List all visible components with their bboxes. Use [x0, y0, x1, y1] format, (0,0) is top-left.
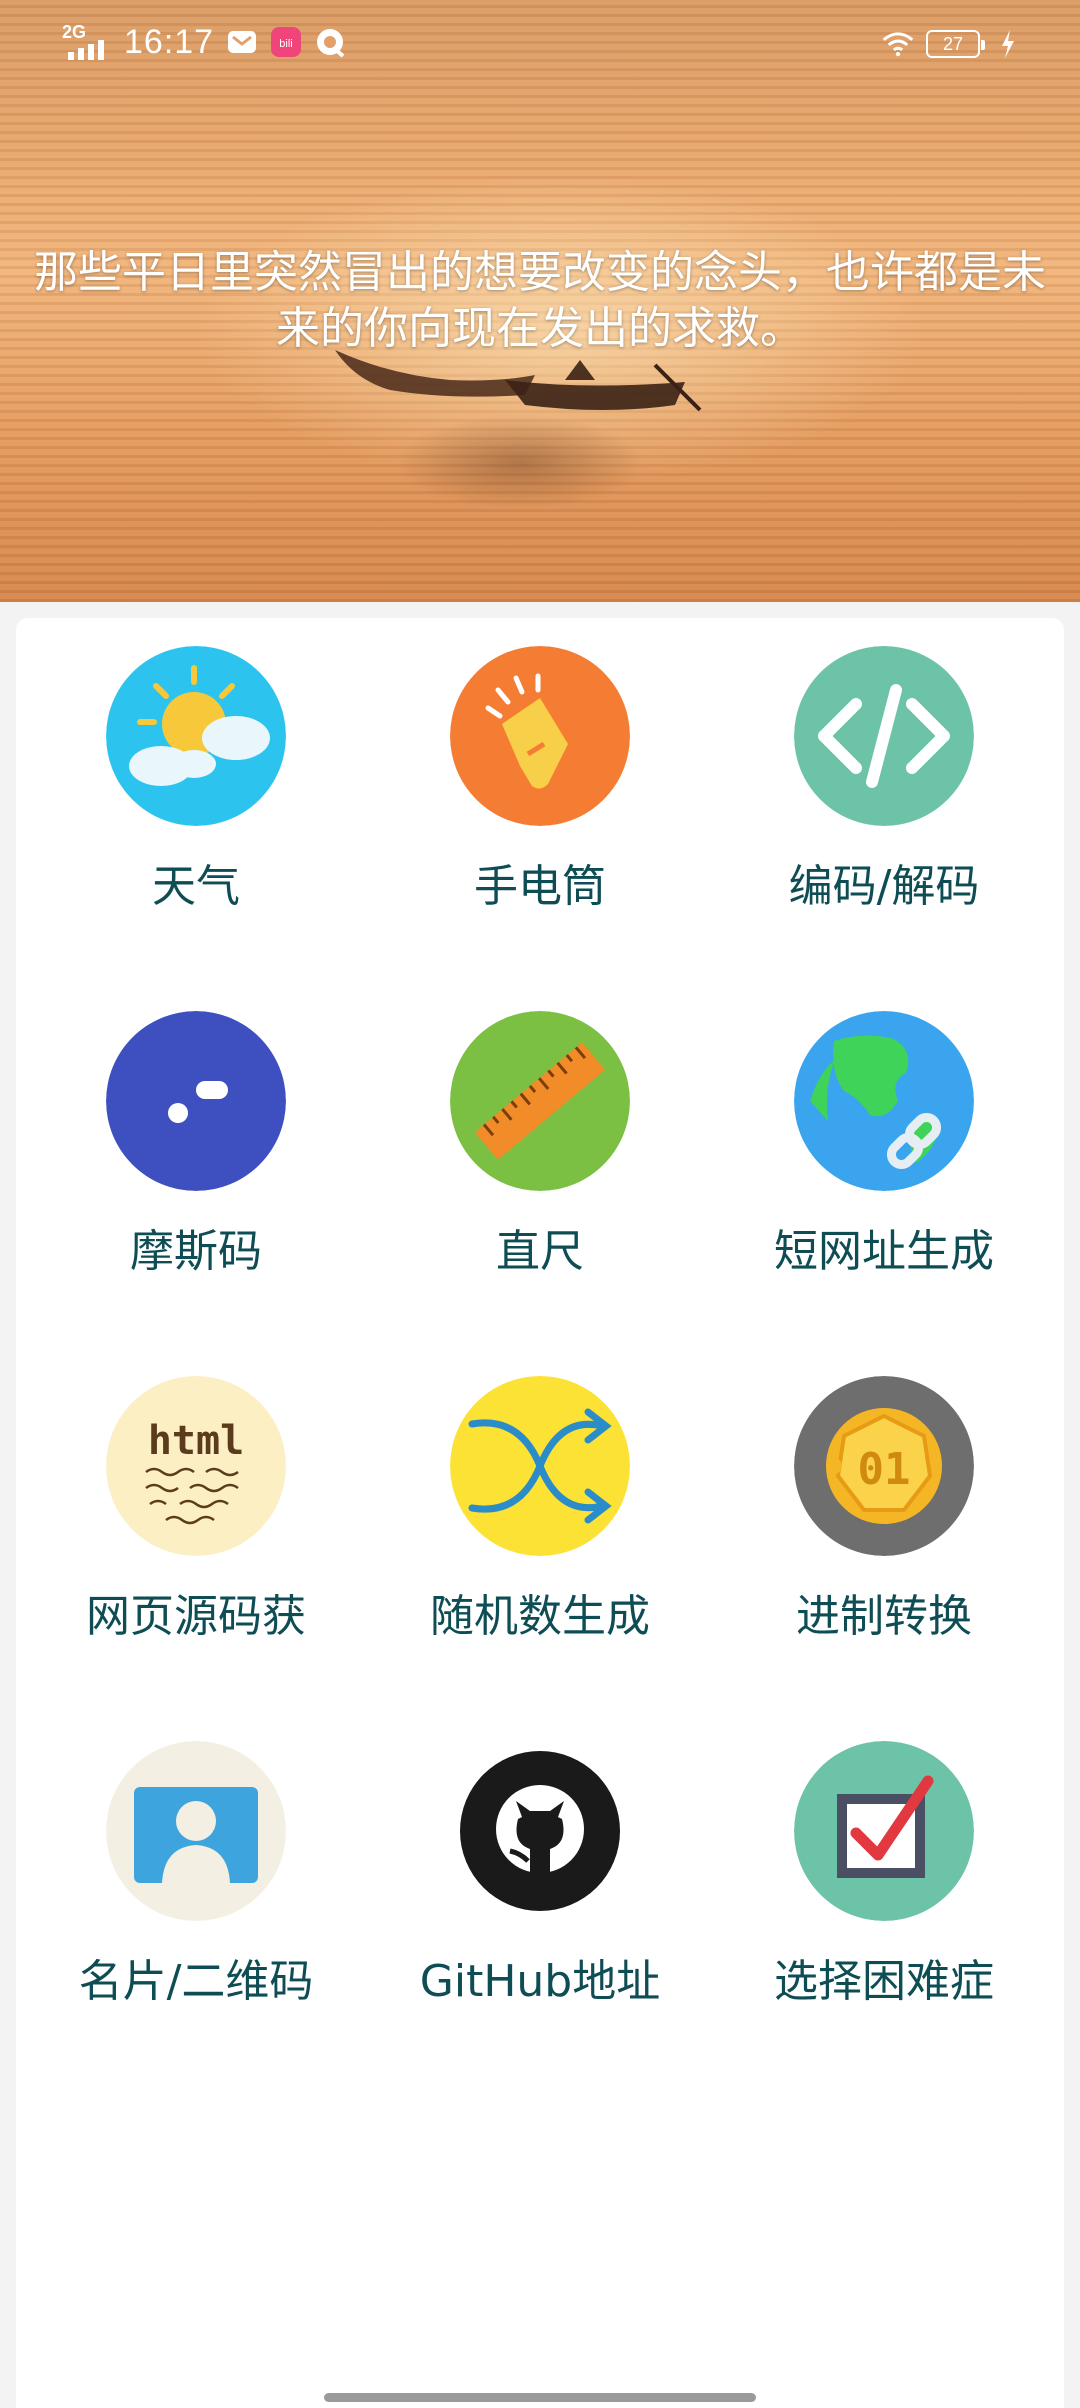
tool-label: 网页源码获 — [86, 1591, 306, 1642]
battery-level: 27 — [942, 33, 964, 54]
assistant-icon — [314, 26, 346, 58]
tool-github[interactable]: GitHub地址 — [360, 1713, 720, 2013]
tool-page-source[interactable]: html 网页源码获 — [16, 1348, 376, 1648]
tool-label: 摩斯码 — [130, 1226, 262, 1277]
tool-label: 手电筒 — [474, 861, 606, 912]
tool-flashlight[interactable]: 手电筒 — [360, 618, 720, 918]
tools-grid: 天气 手电筒 编码/解码 摩斯码 直尺 短网址生成 html 网页源码获 随机数… — [16, 618, 1064, 2408]
tool-label: 进制转换 — [796, 1591, 972, 1642]
battery-icon: 27 — [926, 30, 985, 58]
binary-coin-icon: 01 — [794, 1376, 974, 1556]
code-icon — [794, 646, 974, 826]
status-bar: 2G 16:17 bili 27 — [0, 0, 1080, 84]
checkbox-icon — [794, 1741, 974, 1921]
tool-label: GitHub地址 — [419, 1956, 661, 2007]
tool-ruler[interactable]: 直尺 — [360, 983, 720, 1283]
boat-reflection — [395, 415, 645, 510]
flashlight-icon — [450, 646, 630, 826]
tool-label: 随机数生成 — [430, 1591, 650, 1642]
signal-icon: 2G — [62, 22, 112, 62]
tool-label: 编码/解码 — [788, 861, 980, 912]
tool-short-url[interactable]: 短网址生成 — [704, 983, 1064, 1283]
ruler-icon — [450, 1011, 630, 1191]
status-time: 16:17 — [124, 22, 215, 61]
morse-icon — [106, 1011, 286, 1191]
tool-encode-decode[interactable]: 编码/解码 — [704, 618, 1064, 918]
shuffle-icon — [450, 1376, 630, 1556]
app-icon: bili — [270, 26, 302, 58]
contact-card-icon — [106, 1741, 286, 1921]
charging-icon — [992, 28, 1024, 60]
boat-silhouette — [505, 360, 702, 412]
tool-decision-helper[interactable]: 选择困难症 — [704, 1713, 1064, 2013]
home-indicator[interactable] — [324, 2393, 756, 2402]
tool-weather[interactable]: 天气 — [16, 618, 376, 918]
globe-link-icon — [794, 1011, 974, 1191]
tool-card-qrcode[interactable]: 名片/二维码 — [16, 1713, 376, 2013]
screen: 2G 16:17 bili 27 那些平日里突然冒出的想要改变的念头，也许都是未… — [0, 0, 1080, 2408]
svg-text:01: 01 — [858, 1444, 911, 1495]
svg-text:bili: bili — [279, 38, 292, 50]
tool-label: 短网址生成 — [774, 1226, 994, 1277]
github-icon — [450, 1741, 630, 1921]
svg-text:html: html — [148, 1418, 244, 1464]
weather-icon — [106, 646, 286, 826]
tool-label: 天气 — [152, 861, 240, 912]
html-icon: html — [106, 1376, 286, 1556]
tool-random-number[interactable]: 随机数生成 — [360, 1348, 720, 1648]
tool-morse[interactable]: 摩斯码 — [16, 983, 376, 1283]
daily-quote: 那些平日里突然冒出的想要改变的念头，也许都是未来的你向现在发出的求救。 — [34, 247, 1046, 354]
wifi-icon — [882, 28, 914, 60]
tool-label: 直尺 — [496, 1226, 584, 1277]
tool-label: 选择困难症 — [774, 1956, 994, 2007]
mail-icon — [226, 26, 258, 58]
tool-label: 名片/二维码 — [78, 1956, 314, 2007]
header-photo: 2G 16:17 bili 27 那些平日里突然冒出的想要改变的念头，也许都是未… — [0, 0, 1080, 602]
tool-base-convert[interactable]: 01 进制转换 — [704, 1348, 1064, 1648]
